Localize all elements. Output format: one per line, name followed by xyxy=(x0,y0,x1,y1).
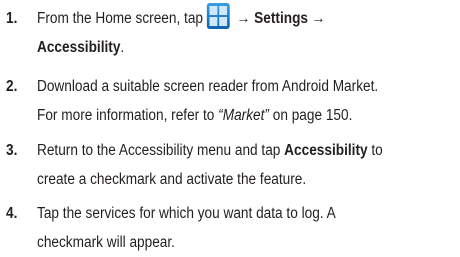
apps-grid-icon xyxy=(206,2,230,29)
accessibility-label: Accessibility xyxy=(37,39,121,56)
market-reference: “Market” xyxy=(218,107,269,124)
step-number: 4. xyxy=(6,205,18,222)
step-line: create a checkmark and activate the feat… xyxy=(37,171,307,188)
arrow: → xyxy=(236,10,251,27)
step-text: Tap the services for which you want data… xyxy=(37,199,451,257)
step-number: 2. xyxy=(6,78,18,95)
step-text-part: Return to the Accessibility menu and tap xyxy=(37,142,285,159)
step-number: 1. xyxy=(6,10,18,27)
step-text-part: to xyxy=(367,142,383,159)
step-line: checkmark will appear. xyxy=(37,234,175,251)
step-line: Tap the services for which you want data… xyxy=(37,205,336,222)
step-text: Return to the Accessibility menu and tap… xyxy=(37,136,451,194)
step-text-part: For more information, refer to xyxy=(37,107,219,124)
step-line: For more information, refer to “Market” … xyxy=(37,101,451,130)
period: . xyxy=(120,39,125,56)
step-text: Download a suitable screen reader from A… xyxy=(37,72,451,130)
step-line: Accessibility. xyxy=(37,33,451,62)
accessibility-label: Accessibility xyxy=(284,142,368,159)
step-line: Download a suitable screen reader from A… xyxy=(37,78,379,95)
instruction-list: 1. From the Home screen, tap → Settings … xyxy=(0,0,460,257)
step-line: From the Home screen, tap → Settings → xyxy=(37,2,451,33)
step-number: 3. xyxy=(6,142,18,159)
settings-label: Settings xyxy=(254,10,308,27)
step-text-part: From the Home screen, tap xyxy=(37,10,204,27)
step-line: Return to the Accessibility menu and tap… xyxy=(37,136,451,165)
step-text-part: on page 150. xyxy=(268,107,353,124)
arrow: → xyxy=(311,10,326,27)
step-text: From the Home screen, tap → Settings → A… xyxy=(37,2,451,62)
